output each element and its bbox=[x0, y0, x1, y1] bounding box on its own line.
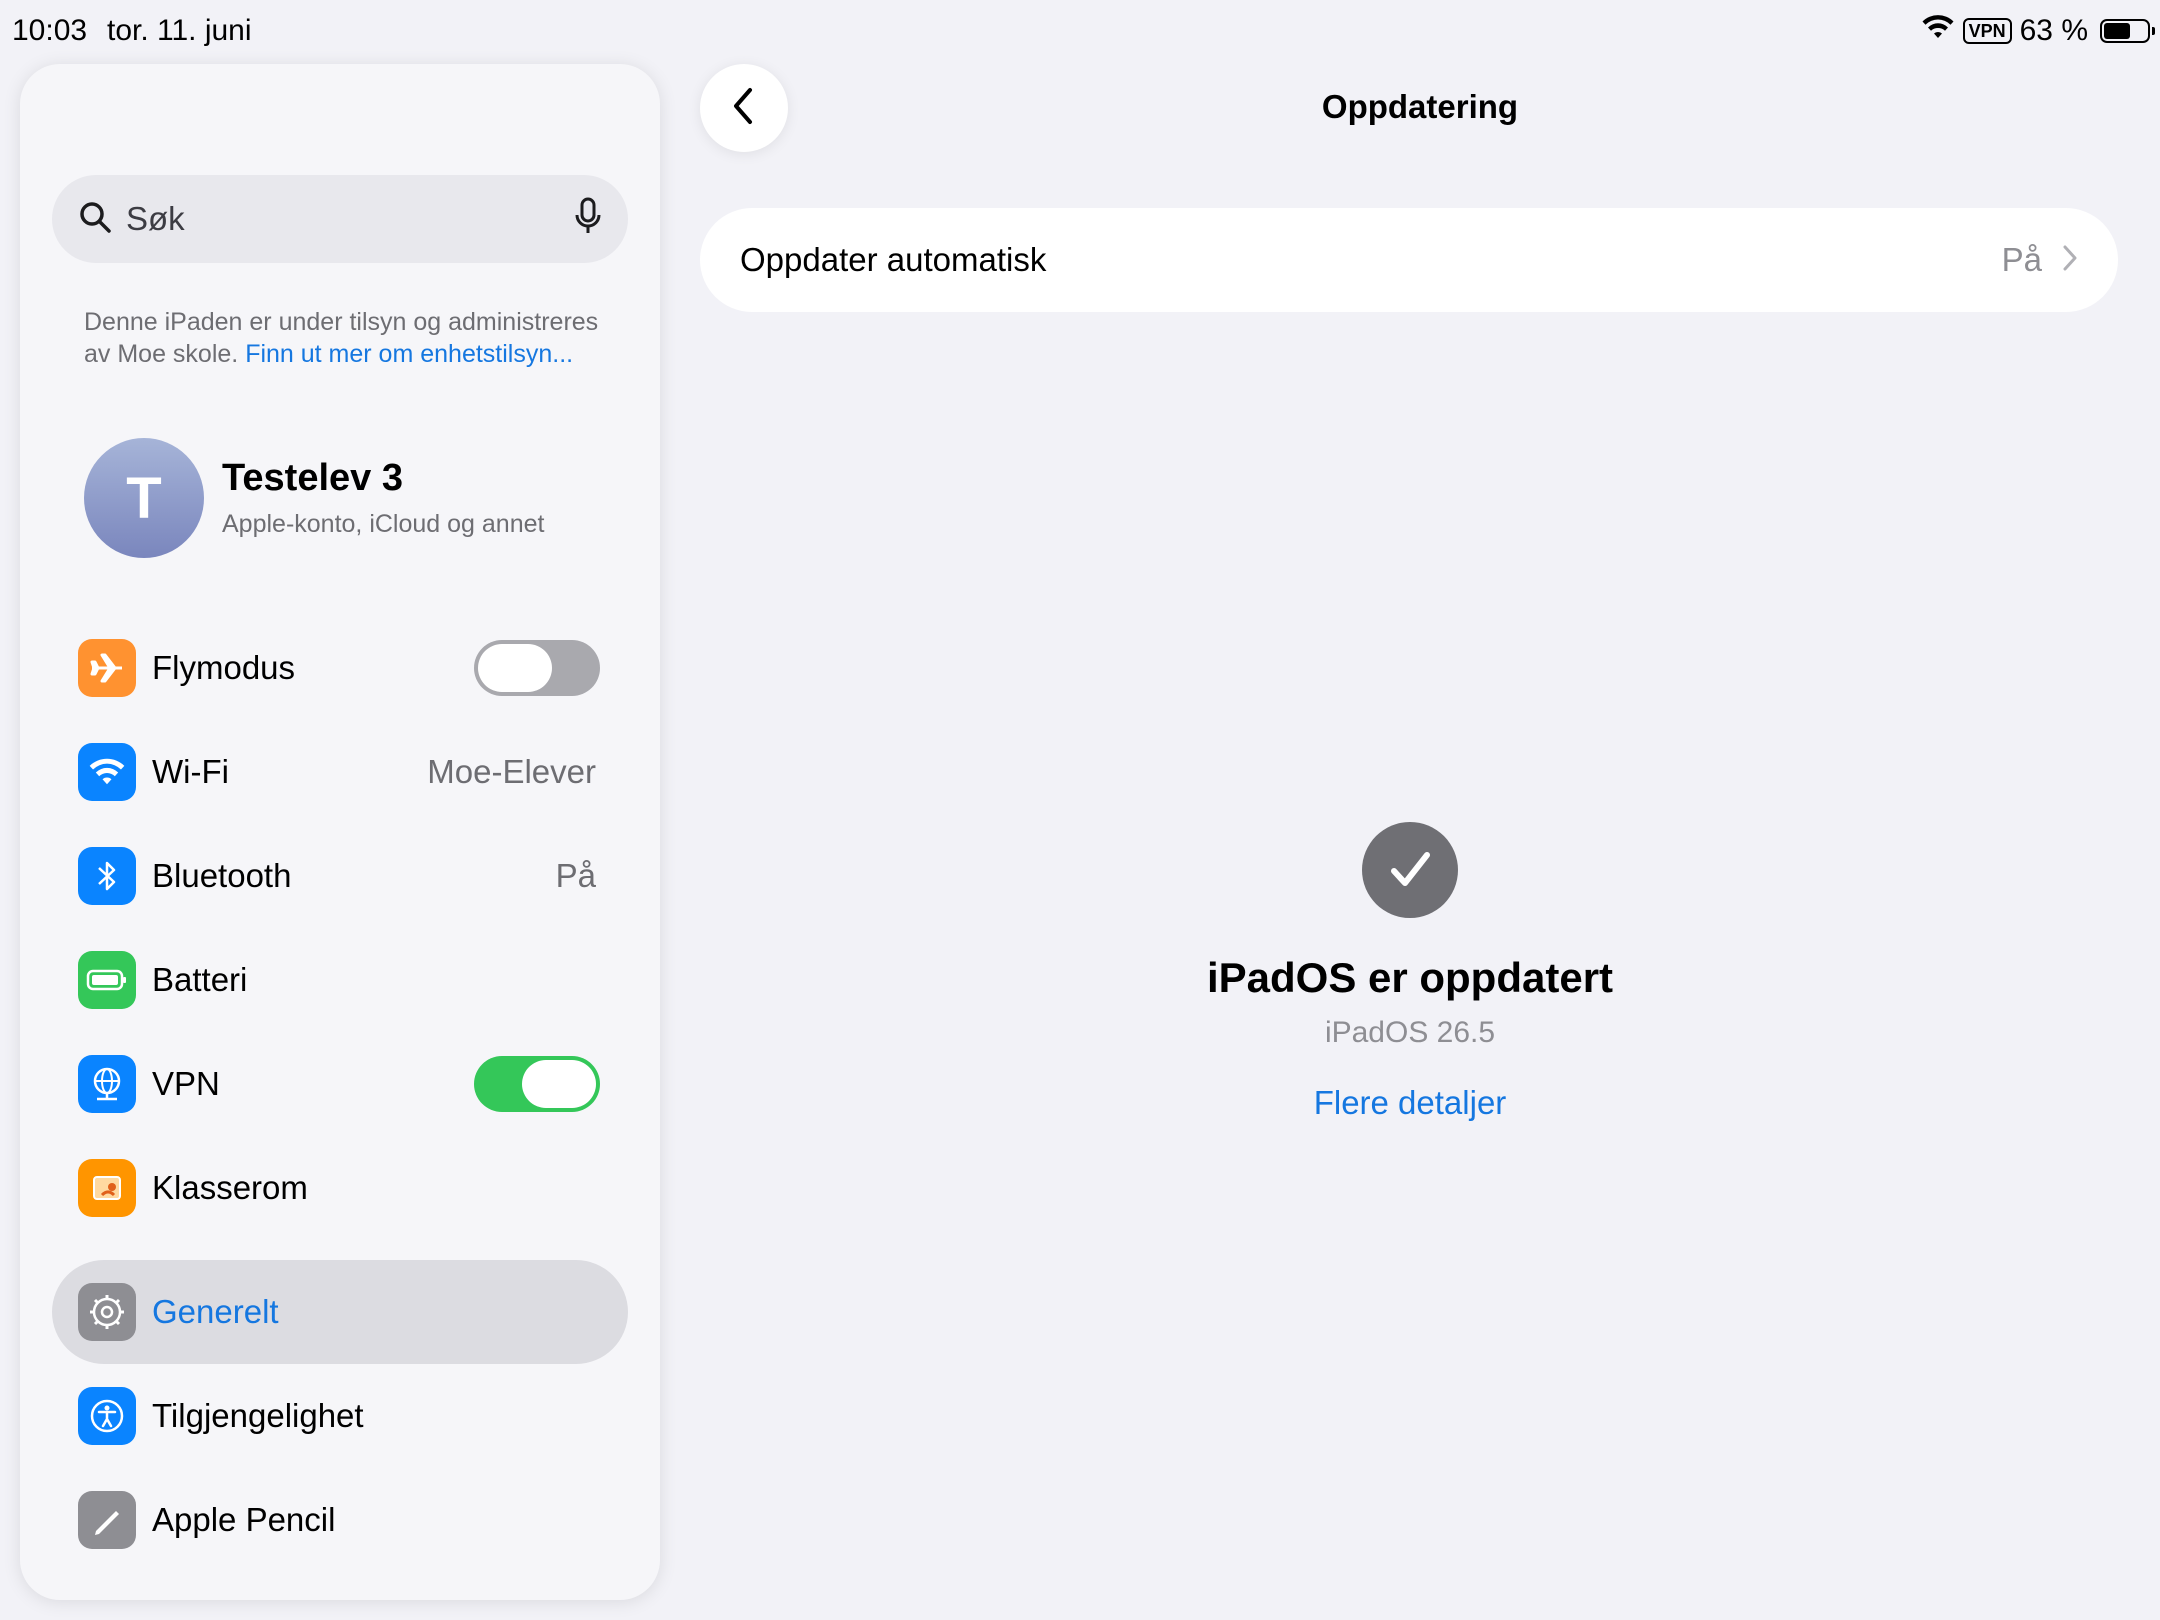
update-status: iPadOS er oppdatert iPadOS 26.5 Flere de… bbox=[1110, 822, 1710, 1122]
sidebar-item-batteri[interactable]: Batteri bbox=[52, 928, 628, 1032]
apple-account-row[interactable]: T Testelev 3 Apple-konto, iCloud og anne… bbox=[84, 438, 544, 558]
sidebar-item-label: Klasserom bbox=[152, 1169, 308, 1206]
chevron-right-icon bbox=[2062, 244, 2078, 277]
sidebar-item-label: Generelt bbox=[152, 1293, 279, 1330]
settings-list: Flymodus Wi-Fi Moe-Elever Bluetooth På B… bbox=[52, 616, 628, 1572]
more-details-link[interactable]: Flere detaljer bbox=[1110, 1084, 1710, 1122]
os-version: iPadOS 26.5 bbox=[1324, 1016, 1496, 1049]
battery-status-icon bbox=[2100, 19, 2155, 43]
sidebar-item-bluetooth[interactable]: Bluetooth På bbox=[52, 824, 628, 928]
gear-icon bbox=[78, 1283, 136, 1341]
sidebar-item-label: Batteri bbox=[152, 961, 248, 998]
vpn-toggle[interactable] bbox=[474, 1056, 600, 1112]
supervision-notice: Denne iPaden er under tilsyn og administ… bbox=[84, 306, 604, 370]
avatar: T bbox=[84, 438, 204, 558]
sidebar-item-tilgjengelighet[interactable]: Tilgjengelighet bbox=[52, 1364, 628, 1468]
globe-icon bbox=[78, 1055, 136, 1113]
battery-icon bbox=[78, 951, 136, 1009]
back-button[interactable] bbox=[700, 64, 788, 152]
bluetooth-icon bbox=[78, 847, 136, 905]
sidebar-item-label: Bluetooth bbox=[152, 857, 292, 894]
sidebar-item-wifi[interactable]: Wi-Fi Moe-Elever bbox=[52, 720, 628, 824]
wifi-icon bbox=[78, 743, 136, 801]
pencil-icon bbox=[78, 1491, 136, 1549]
sidebar-item-apple-pencil[interactable]: Apple Pencil bbox=[52, 1468, 628, 1572]
sidebar-item-label: Flymodus bbox=[152, 649, 296, 686]
airplane-icon bbox=[78, 639, 136, 697]
wifi-status-icon bbox=[1921, 14, 1955, 48]
update-status-title: iPadOS er oppdatert bbox=[1206, 954, 1614, 1001]
sidebar-item-label: Wi-Fi bbox=[152, 753, 229, 790]
status-indicators: VPN 63 % bbox=[1921, 14, 2155, 48]
profile-name: Testelev 3 bbox=[222, 457, 403, 499]
status-time: 10:03 bbox=[12, 14, 88, 47]
accessibility-icon bbox=[78, 1387, 136, 1445]
battery-percent: 63 % bbox=[2019, 14, 2088, 47]
supervision-learn-more-link[interactable]: Finn ut mer om enhetstilsyn... bbox=[245, 340, 573, 368]
sidebar: Søk Denne iPaden er under tilsyn og admi… bbox=[20, 64, 660, 1600]
sidebar-item-vpn[interactable]: VPN bbox=[52, 1032, 628, 1136]
sidebar-item-flymodus[interactable]: Flymodus bbox=[52, 616, 628, 720]
search-field[interactable]: Søk bbox=[52, 175, 628, 263]
vpn-status-badge: VPN bbox=[1962, 18, 2012, 44]
search-icon bbox=[78, 200, 112, 239]
auto-update-row[interactable]: Oppdater automatisk På bbox=[700, 208, 2118, 312]
auto-update-label: Oppdater automatisk bbox=[740, 241, 1047, 278]
sidebar-item-label: Apple Pencil bbox=[152, 1501, 336, 1538]
auto-update-value: På bbox=[2001, 241, 2042, 278]
classroom-icon bbox=[78, 1159, 136, 1217]
sidebar-item-generelt[interactable]: Generelt bbox=[52, 1260, 628, 1364]
status-bar: 10:03 tor. 11. juni VPN 63 % bbox=[0, 0, 2160, 62]
bluetooth-value: På bbox=[555, 857, 596, 894]
page-title: Oppdatering bbox=[1321, 88, 1519, 125]
wifi-network-value: Moe-Elever bbox=[427, 753, 596, 790]
profile-subtitle: Apple-konto, iCloud og annet bbox=[222, 510, 545, 538]
status-date: tor. 11. juni bbox=[107, 14, 252, 47]
chevron-left-icon bbox=[730, 84, 758, 133]
sidebar-item-label: VPN bbox=[152, 1065, 220, 1102]
sidebar-item-klasserom[interactable]: Klasserom bbox=[52, 1136, 628, 1240]
microphone-icon[interactable] bbox=[574, 197, 602, 242]
airplane-mode-toggle[interactable] bbox=[474, 640, 600, 696]
checkmark-icon bbox=[1362, 822, 1458, 918]
search-input[interactable]: Søk bbox=[126, 200, 574, 238]
sidebar-item-label: Tilgjengelighet bbox=[152, 1397, 364, 1434]
